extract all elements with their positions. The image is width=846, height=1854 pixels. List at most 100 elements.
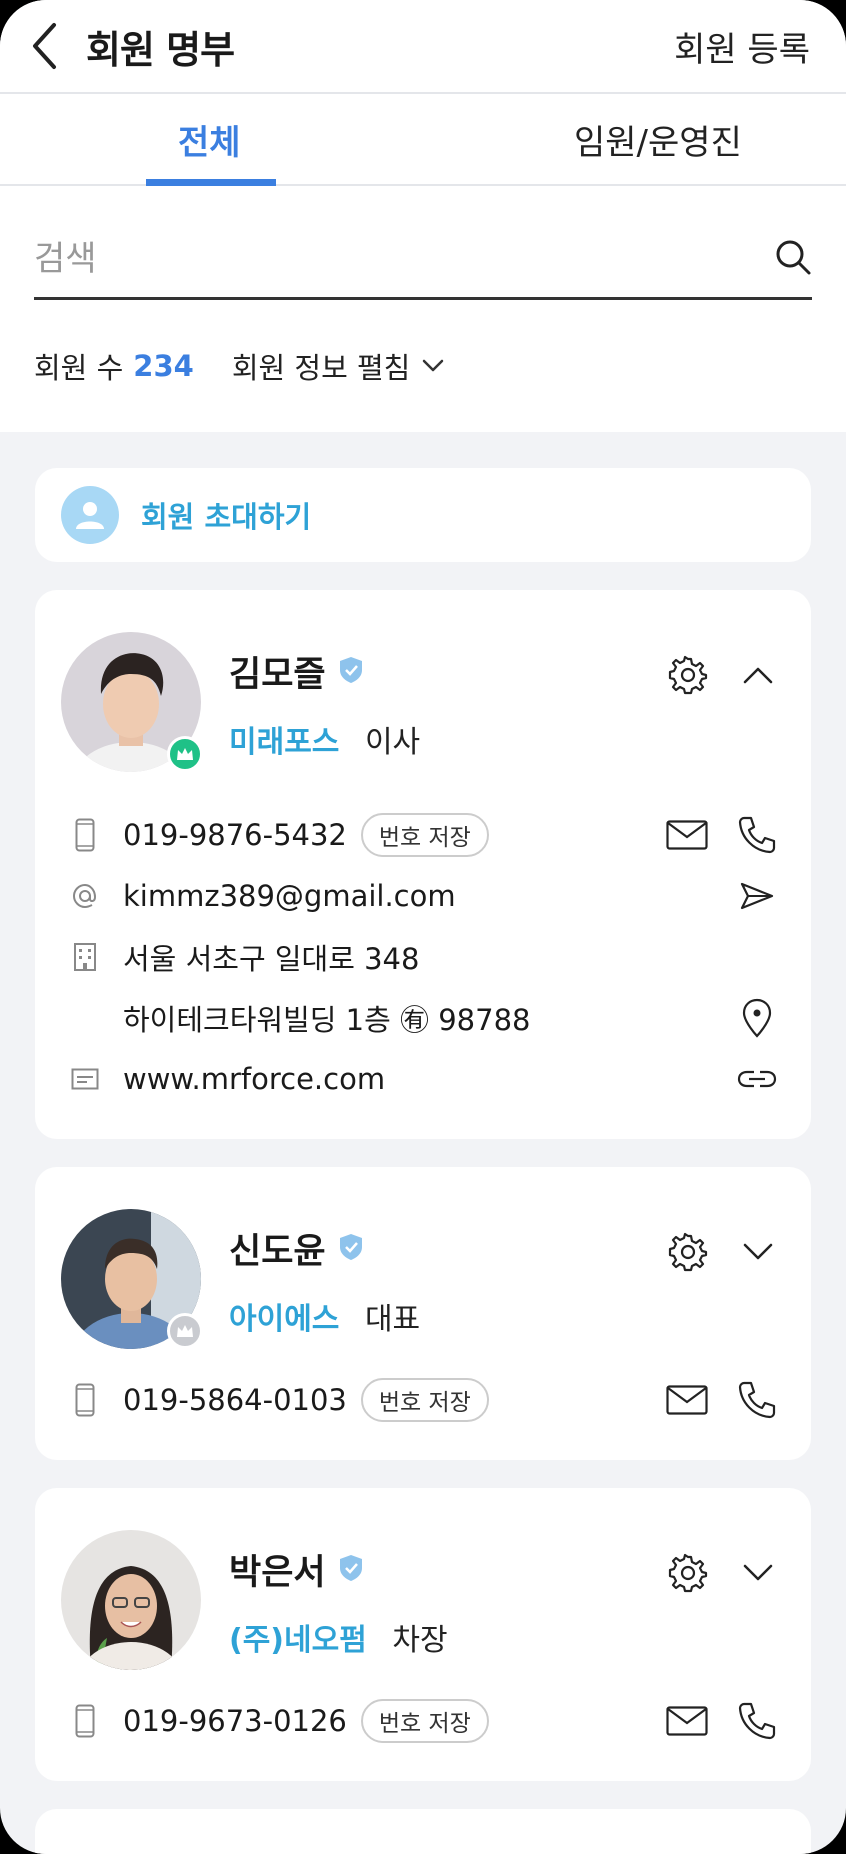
crown-icon [167, 736, 203, 772]
gear-icon[interactable] [665, 652, 711, 698]
member-info: 박은서 (주)네오펌 차장 [229, 1530, 448, 1659]
address-line1: 서울 서초구 일대로 348 [123, 941, 420, 976]
phone-row: 019-5864-0103 번호 저장 [61, 1369, 785, 1430]
phone-number[interactable]: 019-9673-0126 [123, 1704, 347, 1738]
chevron-down-icon[interactable] [735, 1550, 781, 1596]
address-line2: 하이테크타워빌딩 1층 ㊒ 98788 [123, 1002, 531, 1037]
mobile-phone-icon [61, 1704, 109, 1738]
gear-icon[interactable] [665, 1229, 711, 1275]
member-header: 김모즐 미래포스 이사 [61, 632, 785, 772]
member-title: 이사 [364, 725, 421, 760]
member-card: 신도윤 아이에스 대표 019-5864-0103 번호 저장 [35, 1167, 811, 1460]
verified-badge-icon [338, 656, 364, 688]
name-row: 김모즐 [229, 646, 420, 697]
address-row-2: 하이테크타워빌딩 1층 ㊒ 98788 [61, 987, 785, 1048]
member-actions [665, 1550, 781, 1596]
at-sign-icon [61, 882, 109, 910]
top-section: 회원 명부 회원 등록 전체 임원/운영진 회원 수 234 회원 정보 펼침 [0, 0, 846, 432]
verified-badge-icon [338, 1233, 364, 1265]
save-number-button[interactable]: 번호 저장 [360, 812, 489, 857]
link-icon[interactable] [733, 1055, 781, 1103]
member-info: 김모즐 미래포스 이사 [229, 632, 420, 761]
avatar[interactable] [61, 1530, 201, 1670]
member-card: 김모즐 미래포스 이사 019-9876-5432 번호 저장 kimmz389… [35, 590, 811, 1139]
phone-call-icon[interactable] [733, 1697, 781, 1745]
crown-icon [167, 1313, 203, 1349]
name-row: 박은서 [229, 1544, 448, 1595]
member-company[interactable]: 미래포스 [229, 725, 339, 760]
save-number-button[interactable]: 번호 저장 [360, 1698, 489, 1743]
phone-actions [663, 1376, 781, 1424]
search-icon[interactable] [774, 238, 812, 280]
website-row: www.mrforce.com [61, 1048, 785, 1109]
phone-call-icon[interactable] [733, 1376, 781, 1424]
member-header: 박은서 (주)네오펌 차장 [61, 1530, 785, 1670]
member-list: 회원 초대하기 김모즐 미래포스 이사 019-9876-5432 번호 저장 … [0, 432, 846, 1854]
name-row: 신도윤 [229, 1223, 420, 1274]
phone-actions [663, 1697, 781, 1745]
chevron-up-icon[interactable] [735, 652, 781, 698]
member-name: 박은서 [229, 1553, 326, 1593]
member-company[interactable]: 아이에스 [229, 1302, 339, 1337]
member-count-label: 회원 수 [34, 351, 124, 385]
app-screen: 회원 명부 회원 등록 전체 임원/운영진 회원 수 234 회원 정보 펼침 [0, 0, 846, 1854]
verified-badge-icon [338, 1554, 364, 1586]
member-company[interactable]: (주)네오펌 [229, 1623, 367, 1658]
phone-actions [663, 811, 781, 859]
org-row: 미래포스 이사 [229, 717, 420, 761]
address-row: 서울 서초구 일대로 348 [61, 926, 785, 987]
send-icon[interactable] [733, 872, 781, 920]
header-left: 회원 명부 [30, 19, 235, 74]
header: 회원 명부 회원 등록 [0, 0, 846, 94]
search-input[interactable] [34, 238, 734, 279]
member-card: 박은서 (주)네오펌 차장 019-9673-0126 번호 저장 [35, 1488, 811, 1781]
phone-call-icon[interactable] [733, 811, 781, 859]
chevron-down-icon [423, 359, 444, 372]
address-actions [733, 994, 781, 1042]
register-member-button[interactable]: 회원 등록 [674, 22, 810, 71]
member-name: 신도윤 [229, 1232, 326, 1272]
avatar-container [61, 632, 203, 772]
phone-number[interactable]: 019-5864-0103 [123, 1383, 347, 1417]
email-row: kimmz389@gmail.com [61, 865, 785, 926]
phone-row: 019-9876-5432 번호 저장 [61, 804, 785, 865]
expand-info-toggle[interactable]: 회원 정보 펼침 [232, 345, 445, 387]
email-address[interactable]: kimmz389@gmail.com [123, 879, 456, 913]
phone-row: 019-9673-0126 번호 저장 [61, 1690, 785, 1751]
member-count-value: 234 [133, 349, 194, 383]
summary-row: 회원 수 234 회원 정보 펼침 [0, 300, 846, 432]
org-row: 아이에스 대표 [229, 1294, 420, 1338]
member-info: 신도윤 아이에스 대표 [229, 1209, 420, 1338]
mail-icon[interactable] [663, 1697, 711, 1745]
search-bar [34, 226, 812, 300]
phone-number[interactable]: 019-9876-5432 [123, 818, 347, 852]
member-name: 김모즐 [229, 655, 326, 695]
member-actions [665, 652, 781, 698]
building-icon [61, 942, 109, 972]
org-row: (주)네오펌 차장 [229, 1615, 448, 1659]
mobile-phone-icon [61, 1383, 109, 1417]
website-actions [733, 1055, 781, 1103]
web-card-icon [61, 1068, 109, 1090]
avatar-container [61, 1530, 201, 1670]
member-actions [665, 1229, 781, 1275]
back-arrow-icon[interactable] [30, 20, 66, 72]
save-number-button[interactable]: 번호 저장 [360, 1377, 489, 1422]
member-title: 차장 [392, 1623, 448, 1658]
member-title: 대표 [364, 1302, 421, 1337]
invite-member-button[interactable]: 회원 초대하기 [35, 468, 811, 562]
map-pin-icon[interactable] [733, 994, 781, 1042]
chevron-down-icon[interactable] [735, 1229, 781, 1275]
mobile-phone-icon [61, 818, 109, 852]
page-title: 회원 명부 [86, 27, 235, 72]
tab-executives[interactable]: 임원/운영진 [450, 94, 846, 184]
gear-icon[interactable] [665, 1550, 711, 1596]
invite-label: 회원 초대하기 [141, 500, 312, 534]
member-card-partial [35, 1809, 811, 1854]
expand-info-label: 회원 정보 펼침 [231, 351, 411, 385]
tab-all[interactable]: 전체 [0, 94, 450, 186]
website-url[interactable]: www.mrforce.com [123, 1062, 385, 1096]
member-header: 신도윤 아이에스 대표 [61, 1209, 785, 1349]
mail-icon[interactable] [663, 1376, 711, 1424]
mail-icon[interactable] [663, 811, 711, 859]
